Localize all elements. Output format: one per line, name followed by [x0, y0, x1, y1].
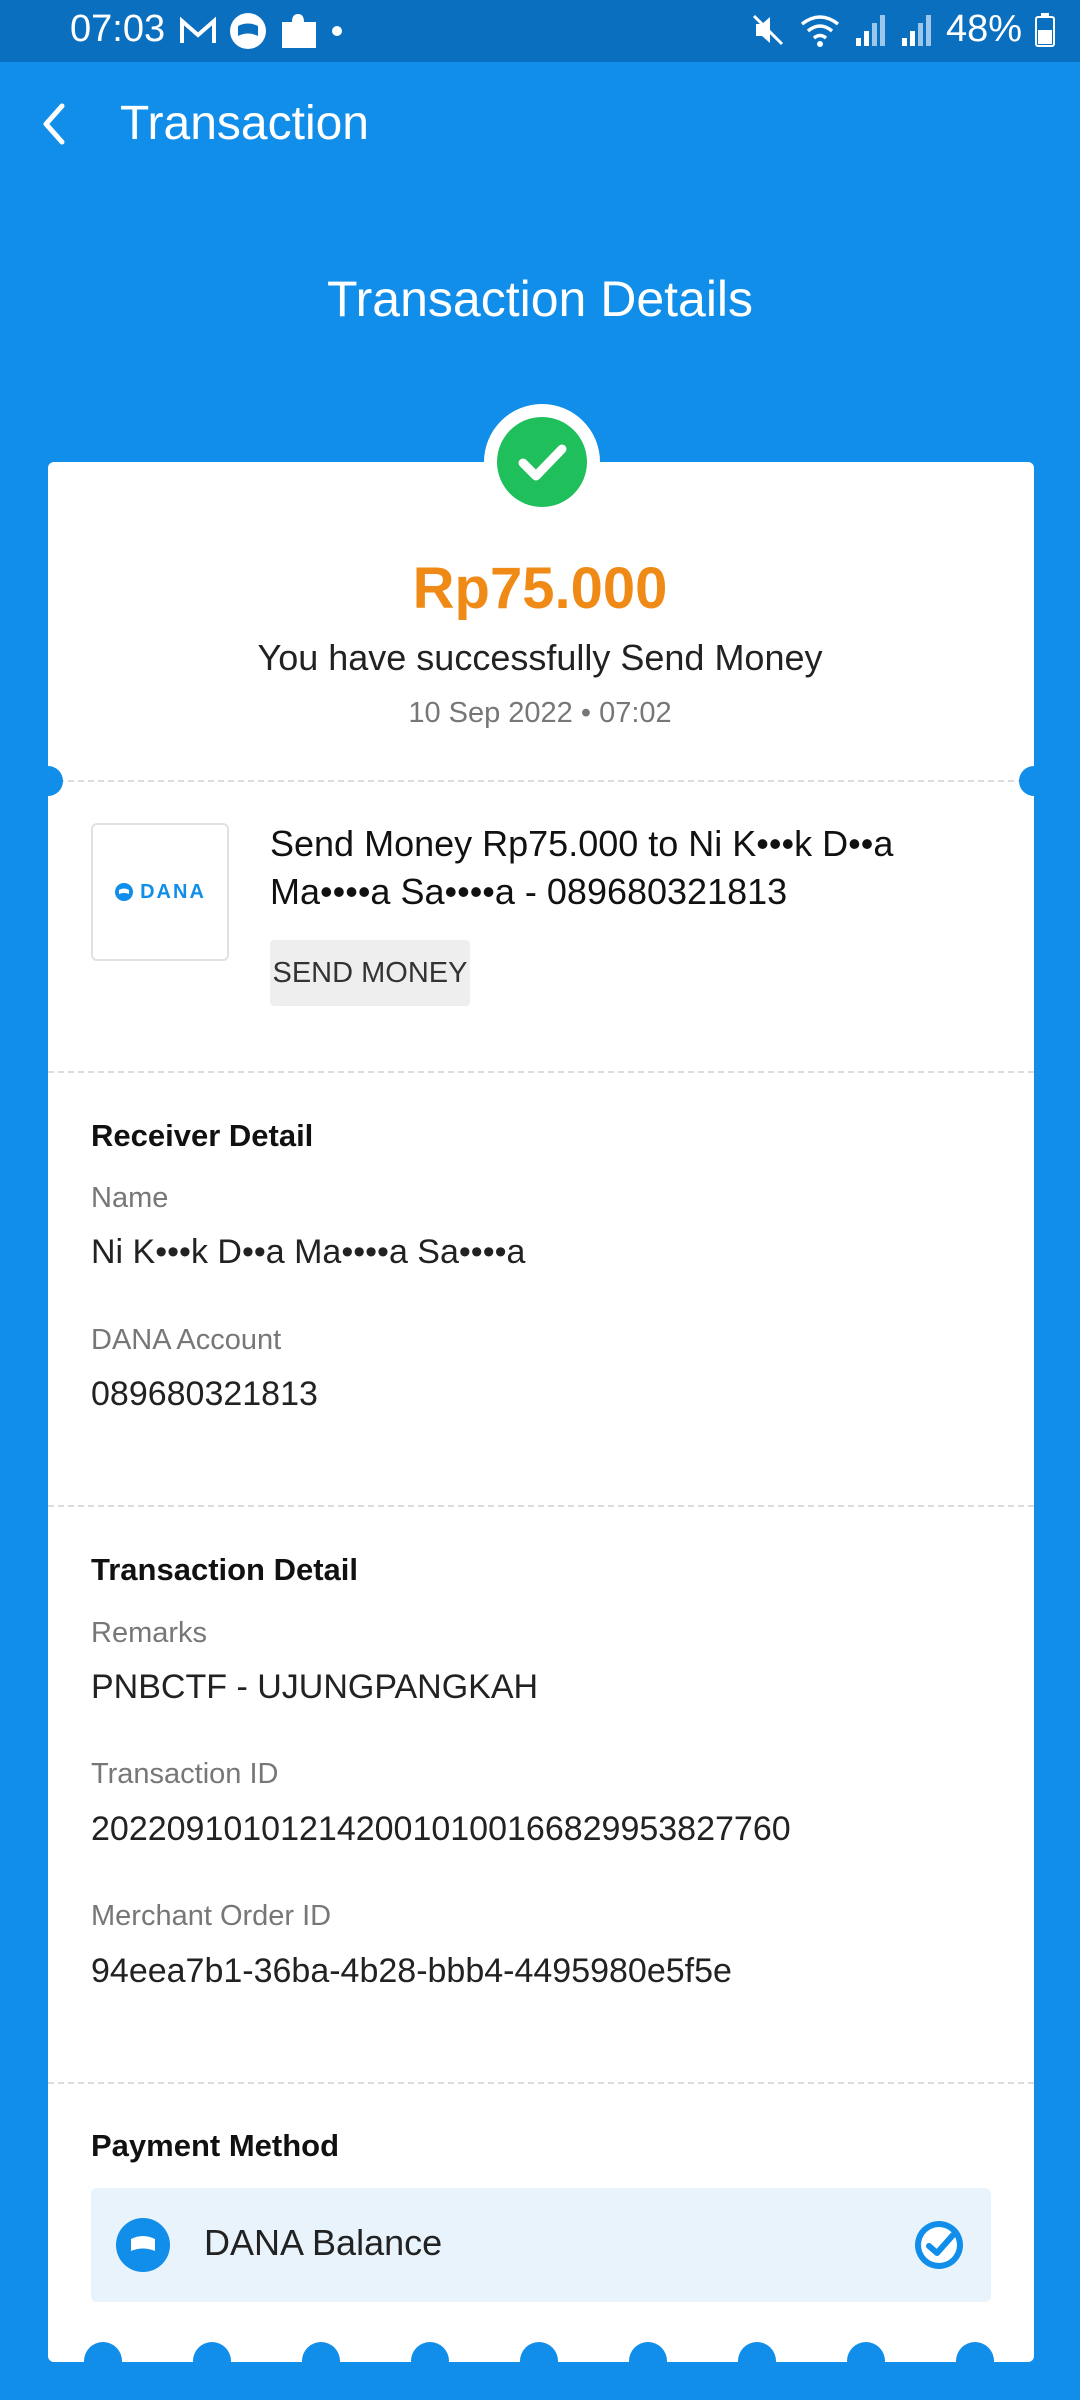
receiver-detail-title: Receiver Detail	[91, 1118, 314, 1153]
divider	[48, 1071, 1034, 1073]
card-scallop	[520, 2342, 558, 2380]
back-arrow-icon	[43, 103, 65, 145]
success-message: You have successfully Send Money	[257, 637, 823, 678]
amount: Rp75.000	[412, 556, 668, 621]
card-scallop	[738, 2342, 776, 2380]
puzzle-icon	[282, 14, 316, 48]
selected-check-icon	[915, 2221, 963, 2269]
signal-icon	[855, 14, 885, 46]
status-time: 07:03	[70, 8, 166, 50]
card-scallop	[84, 2342, 122, 2380]
success-check-icon	[497, 417, 587, 507]
remarks-label: Remarks	[91, 1617, 208, 1649]
merchant-order-value: 94eea7b1-36ba-4b28-bbb4-4495980e5f5e	[91, 1952, 732, 1990]
divider	[48, 1505, 1034, 1507]
divider	[48, 2082, 1034, 2084]
card-scallop	[847, 2342, 885, 2380]
mute-icon	[752, 14, 783, 45]
dana-logo-icon	[115, 883, 134, 901]
card-scallop	[302, 2342, 340, 2380]
back-button[interactable]	[28, 94, 88, 154]
dot-icon	[332, 26, 342, 36]
transaction-type-tag: SEND MONEY	[270, 940, 470, 1006]
merchant-order-label: Merchant Order ID	[91, 1900, 332, 1932]
wifi-icon	[800, 14, 840, 47]
dana-wallet-icon	[116, 2218, 170, 2272]
gmail-icon	[180, 16, 216, 43]
payment-method-label: DANA Balance	[204, 2222, 443, 2263]
app-bar: Transaction	[0, 62, 1080, 186]
account-label: DANA Account	[91, 1324, 282, 1356]
remarks-value: PNBCTF - UJUNGPANGKAH	[91, 1668, 539, 1706]
card-scallop	[629, 2342, 667, 2380]
signal-icon	[901, 14, 931, 46]
battery-icon	[1035, 12, 1055, 47]
transaction-id-value: 2022091010121420010100166829953827760	[91, 1810, 791, 1848]
card-notch-left	[33, 766, 63, 796]
notification-icons	[178, 10, 344, 52]
logo-text: DANA	[140, 880, 206, 903]
status-bar: 07:03 48%	[0, 0, 1080, 62]
card-scallop	[956, 2342, 994, 2380]
card-notch-right	[1019, 766, 1049, 796]
payment-method-title: Payment Method	[91, 2128, 340, 2163]
card-scallop	[193, 2342, 231, 2380]
transaction-detail-title: Transaction Detail	[91, 1552, 359, 1587]
transaction-datetime: 10 Sep 2022 • 07:02	[408, 697, 672, 729]
battery-percentage: 48%	[945, 8, 1022, 50]
transaction-title: Send Money Rp75.000 to Ni K•••k D••a Ma•…	[270, 823, 894, 912]
dana-notification-icon	[230, 13, 266, 49]
success-badge	[484, 404, 600, 520]
name-value: Ni K•••k D••a Ma••••a Sa••••a	[91, 1233, 526, 1271]
payment-method-option[interactable]: DANA Balance	[91, 2188, 991, 2302]
divider	[48, 780, 1034, 782]
merchant-logo: DANA	[91, 823, 229, 961]
name-label: Name	[91, 1182, 169, 1214]
app-bar-title: Transaction	[120, 97, 369, 150]
system-icons: 48%	[750, 8, 1056, 51]
page-heading: Transaction Details	[326, 271, 754, 327]
account-value: 089680321813	[91, 1375, 318, 1413]
card-scallop	[411, 2342, 449, 2380]
transaction-id-label: Transaction ID	[91, 1758, 279, 1790]
